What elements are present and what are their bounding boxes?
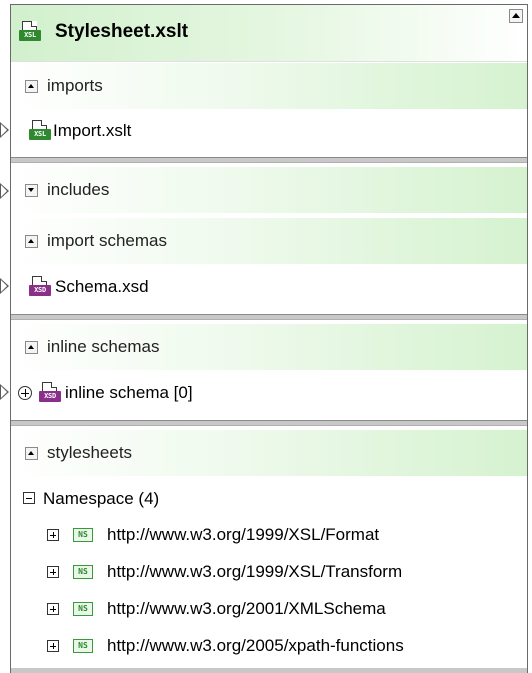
inline-schema-connector-icon[interactable] bbox=[0, 384, 9, 400]
namespace-uri: http://www.w3.org/2001/XMLSchema bbox=[107, 599, 386, 618]
expand-namespace-icon[interactable] bbox=[47, 529, 59, 541]
imports-label: imports bbox=[47, 76, 103, 95]
collapse-stylesheets-icon[interactable] bbox=[25, 447, 38, 460]
namespace-row[interactable]: NS http://www.w3.org/2001/XMLSchema bbox=[11, 592, 527, 626]
namespace-group-row[interactable]: Namespace (4) bbox=[11, 479, 527, 515]
section-separator bbox=[11, 420, 527, 426]
schema-item-row[interactable]: XSD Schema.xsd bbox=[11, 267, 527, 307]
stylesheet-panel: XSL Stylesheet.xslt imports XSL Import.x… bbox=[10, 4, 528, 673]
namespace-icon: NS bbox=[73, 639, 93, 653]
includes-connector-icon[interactable] bbox=[0, 183, 9, 199]
expand-namespace-icon[interactable] bbox=[47, 566, 59, 578]
section-separator bbox=[11, 157, 527, 163]
inline-schema-row[interactable]: XSD inline schema [0] bbox=[11, 373, 527, 413]
namespace-row[interactable]: NS http://www.w3.org/1999/XSL/Format bbox=[11, 518, 527, 552]
section-separator bbox=[11, 314, 527, 320]
add-inline-schema-icon[interactable] bbox=[18, 386, 32, 400]
inline-schemas-label: inline schemas bbox=[47, 337, 160, 356]
namespace-row[interactable]: NS http://www.w3.org/2005/xpath-function… bbox=[11, 629, 527, 663]
schema-connector-icon[interactable] bbox=[0, 278, 9, 294]
namespace-icon: NS bbox=[73, 602, 93, 616]
import-schemas-header[interactable]: import schemas bbox=[11, 218, 527, 264]
import-item-label: Import.xslt bbox=[53, 121, 132, 140]
xsd-file-icon: XSD bbox=[29, 276, 51, 298]
xsd-file-icon: XSD bbox=[39, 382, 61, 404]
collapse-inline-schemas-icon[interactable] bbox=[25, 341, 38, 354]
includes-header[interactable]: includes bbox=[11, 167, 527, 213]
namespace-uri: http://www.w3.org/1999/XSL/Format bbox=[107, 525, 380, 544]
xsl-file-icon: XSL bbox=[19, 21, 41, 43]
collapse-panel-button[interactable] bbox=[509, 9, 523, 23]
schema-item-label: Schema.xsd bbox=[55, 277, 149, 296]
stylesheets-header[interactable]: stylesheets bbox=[11, 430, 527, 476]
stylesheet-title: Stylesheet.xslt bbox=[55, 21, 189, 42]
collapse-namespace-icon[interactable] bbox=[23, 492, 35, 504]
collapse-imports-icon[interactable] bbox=[25, 80, 38, 93]
xsl-file-icon: XSL bbox=[29, 120, 51, 142]
namespace-icon: NS bbox=[73, 565, 93, 579]
expand-namespace-icon[interactable] bbox=[47, 603, 59, 615]
inline-schema-label: inline schema [0] bbox=[65, 383, 193, 402]
expand-namespace-icon[interactable] bbox=[47, 640, 59, 652]
import-connector-icon[interactable] bbox=[0, 122, 9, 138]
includes-label: includes bbox=[47, 180, 110, 199]
import-item-row[interactable]: XSL Import.xslt bbox=[11, 111, 527, 151]
panel-bottom-edge bbox=[11, 668, 527, 673]
stylesheets-label: stylesheets bbox=[47, 443, 133, 462]
collapse-import-schemas-icon[interactable] bbox=[25, 235, 38, 248]
expand-includes-icon[interactable] bbox=[25, 184, 38, 197]
namespace-row[interactable]: NS http://www.w3.org/1999/XSL/Transform bbox=[11, 555, 527, 589]
import-schemas-label: import schemas bbox=[47, 231, 167, 250]
namespace-uri: http://www.w3.org/2005/xpath-functions bbox=[107, 636, 404, 655]
imports-header[interactable]: imports bbox=[11, 63, 527, 109]
namespace-icon: NS bbox=[73, 528, 93, 542]
inline-schemas-header[interactable]: inline schemas bbox=[11, 324, 527, 370]
namespace-uri: http://www.w3.org/1999/XSL/Transform bbox=[107, 562, 403, 581]
title-row[interactable]: XSL Stylesheet.xslt bbox=[11, 5, 527, 62]
namespace-group-label: Namespace (4) bbox=[43, 489, 160, 508]
